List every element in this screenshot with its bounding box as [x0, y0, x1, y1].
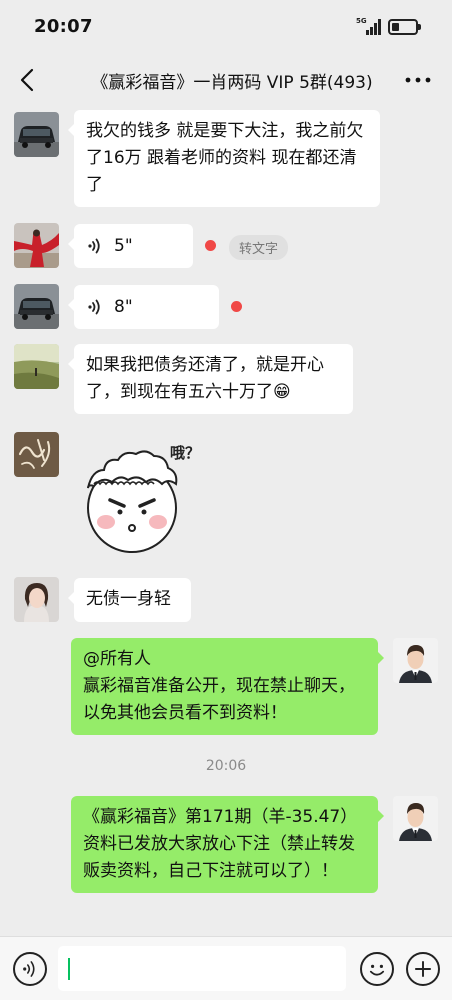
woman-red-dress-avatar[interactable] [14, 223, 59, 268]
message-bubble[interactable]: 无债一身轻 [68, 578, 191, 622]
message-text: 如果我把债务还清了，就是开心了，到现在有五六十万了😁 [86, 355, 324, 402]
message-bubble[interactable]: 我欠的钱多 就是要下大注，我之前欠了16万 跟着老师的资料 现在都还清了 [68, 110, 380, 207]
cellular-signal-icon: 5G [356, 17, 381, 35]
woman-portrait-avatar[interactable] [14, 577, 59, 622]
message-text: 我欠的钱多 就是要下大注，我之前欠了16万 跟着老师的资料 现在都还清了 [86, 121, 364, 195]
voice-message-bubble[interactable]: 8" [68, 285, 219, 329]
network-type-label: 5G [356, 17, 367, 25]
message-text: 无债一身轻 [86, 589, 171, 609]
voice-duration: 8" [114, 296, 133, 317]
unread-dot [205, 240, 216, 251]
battery-icon [388, 19, 421, 35]
man-suit-avatar[interactable] [393, 638, 438, 683]
timestamp: 20:06 [205, 758, 247, 774]
status-bar: 20:07 5G [0, 0, 452, 52]
calligraphy-avatar[interactable] [14, 432, 59, 477]
plus-icon[interactable] [406, 952, 440, 986]
message-bubble[interactable]: 如果我把债务还清了，就是开心了，到现在有五六十万了😁 [68, 344, 353, 414]
landscape-avatar[interactable] [14, 344, 59, 389]
car-avatar[interactable] [14, 112, 59, 157]
voice-message-bubble[interactable]: 5" [68, 224, 193, 268]
sticker-message[interactable]: 哦？ [74, 438, 214, 556]
message-text: 《赢彩福音》第171期（羊-35.47）资料已发放大家放心下注（禁止转发贩卖资料… [83, 807, 358, 881]
car-avatar[interactable] [14, 284, 59, 329]
mention-all-text: @所有人 [83, 649, 151, 669]
voice-duration: 5" [114, 235, 133, 256]
self-message-bubble[interactable]: @所有人 赢彩福音准备公开，现在禁止聊天，以免其他会员看不到资料！ [71, 638, 384, 735]
chat-title: 《赢彩福音》一肖两码 VIP 5群(493) [91, 73, 373, 93]
voice-wave-icon [88, 238, 100, 254]
back-arrow-icon[interactable] [14, 64, 42, 96]
sticker-caption: 哦？ [170, 444, 201, 462]
message-text: 赢彩福音准备公开，现在禁止聊天，以免其他会员看不到资料！ [83, 676, 355, 723]
emoji-icon[interactable] [360, 952, 394, 986]
more-options-icon[interactable] [400, 66, 436, 94]
transcribe-button[interactable]: 转文字 [229, 235, 289, 260]
input-bar [0, 936, 452, 1000]
message-input[interactable] [58, 946, 346, 991]
text-caret [68, 958, 70, 980]
voice-input-icon[interactable] [13, 952, 47, 986]
message-list[interactable]: 我欠的钱多 就是要下大注，我之前欠了16万 跟着老师的资料 现在都还清了 5" … [0, 108, 452, 936]
voice-wave-icon [88, 299, 100, 315]
self-message-bubble[interactable]: 《赢彩福音》第171期（羊-35.47）资料已发放大家放心下注（禁止转发贩卖资料… [71, 796, 384, 893]
chat-header: 《赢彩福音》一肖两码 VIP 5群(493) [0, 52, 452, 108]
status-time: 20:07 [34, 16, 93, 37]
unread-dot [231, 301, 242, 312]
man-suit-avatar[interactable] [393, 796, 438, 841]
